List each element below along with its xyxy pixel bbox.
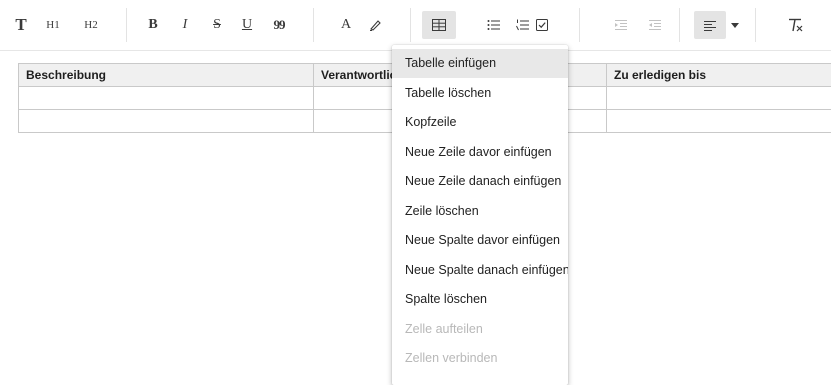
text-color-button[interactable]: A: [336, 11, 356, 39]
heading-1-button[interactable]: H1: [40, 11, 66, 39]
table-header-cell[interactable]: Beschreibung: [19, 64, 314, 87]
toolbar-separator: [579, 8, 580, 42]
underline-button[interactable]: U: [237, 11, 257, 39]
table-cell[interactable]: [607, 110, 831, 133]
table-icon[interactable]: [422, 11, 456, 39]
toolbar-separator: [313, 8, 314, 42]
menu-item-zeile-danach[interactable]: Neue Zeile danach einfügen: [392, 167, 568, 196]
menu-item-zelle-aufteilen[interactable]: Zelle aufteilen: [392, 315, 568, 344]
indent-icon[interactable]: [611, 11, 631, 39]
toolbar-separator: [126, 8, 127, 42]
checklist-icon[interactable]: [531, 11, 553, 39]
toolbar-separator: [755, 8, 756, 42]
bullet-list-icon[interactable]: [483, 11, 505, 39]
heading-2-button[interactable]: H2: [77, 11, 105, 39]
menu-item-kopfzeile[interactable]: Kopfzeile: [392, 108, 568, 137]
menu-item-tabelle-loeschen[interactable]: Tabelle löschen: [392, 79, 568, 108]
table-cell[interactable]: [19, 110, 314, 133]
table-header-cell[interactable]: Zu erledigen bis: [607, 64, 831, 87]
marker-icon[interactable]: [363, 11, 387, 39]
paragraph-button[interactable]: T: [10, 11, 32, 39]
editor-toolbar: T H1 H2 B I S U 99 A: [0, 0, 831, 51]
table-context-menu: Tabelle einfügen Tabelle löschen Kopfzei…: [392, 45, 568, 385]
menu-item-spalte-davor[interactable]: Neue Spalte davor einfügen: [392, 226, 568, 255]
strikethrough-button[interactable]: S: [207, 11, 227, 39]
clear-format-icon[interactable]: [783, 11, 807, 39]
toolbar-separator: [679, 8, 680, 42]
toolbar-separator: [410, 8, 411, 42]
bold-button[interactable]: B: [143, 11, 163, 39]
italic-button[interactable]: I: [175, 11, 195, 39]
table-cell[interactable]: [607, 87, 831, 110]
quote-button[interactable]: 99: [268, 11, 290, 39]
table-cell[interactable]: [19, 87, 314, 110]
menu-item-tabelle-einfuegen[interactable]: Tabelle einfügen: [392, 49, 568, 78]
menu-item-zellen-verbinden[interactable]: Zellen verbinden: [392, 344, 568, 373]
chevron-down-icon[interactable]: [728, 11, 742, 39]
menu-item-spalte-danach[interactable]: Neue Spalte danach einfügen: [392, 256, 568, 285]
menu-item-zeile-davor[interactable]: Neue Zeile davor einfügen: [392, 138, 568, 167]
align-left-icon[interactable]: [694, 11, 726, 39]
menu-item-spalte-loeschen[interactable]: Spalte löschen: [392, 285, 568, 314]
outdent-icon[interactable]: [645, 11, 665, 39]
menu-item-zeile-loeschen[interactable]: Zeile löschen: [392, 197, 568, 226]
